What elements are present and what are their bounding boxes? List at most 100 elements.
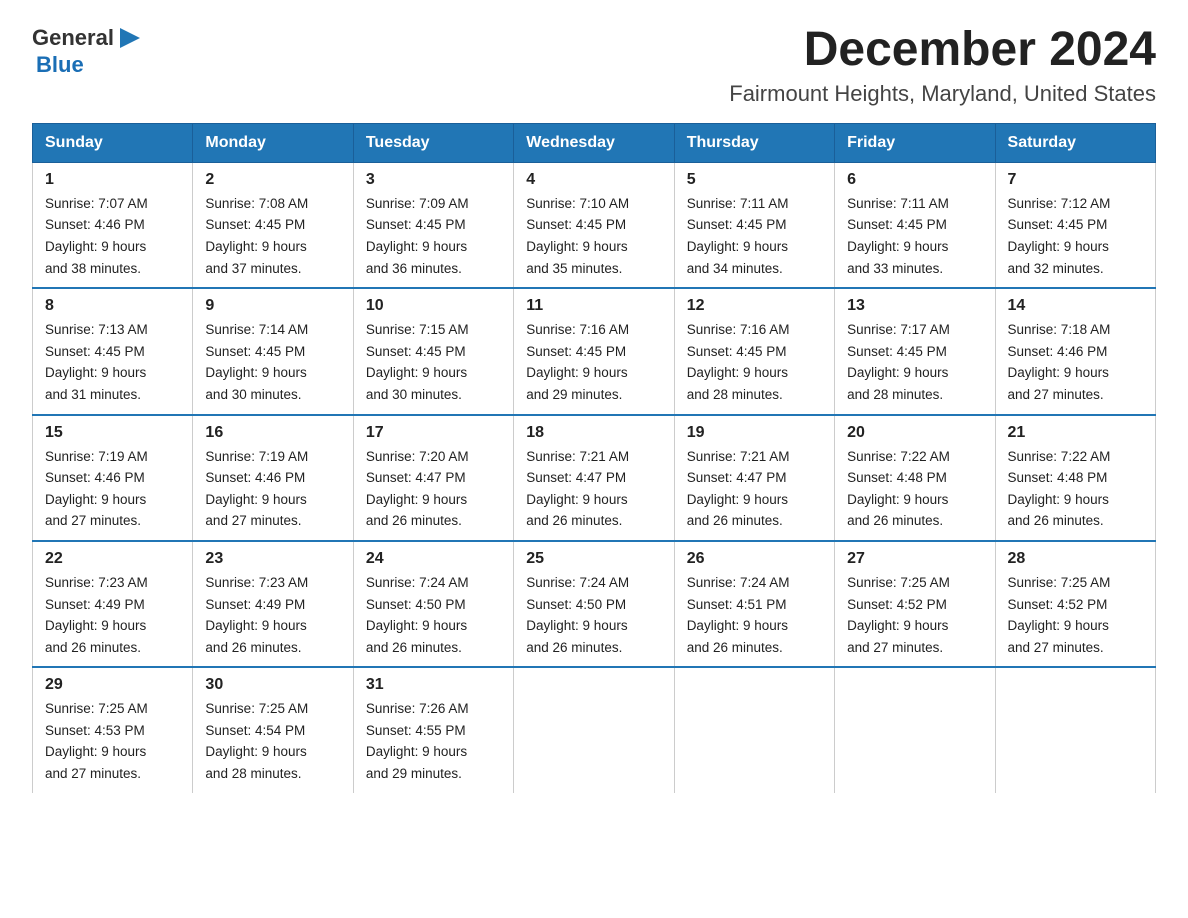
day-info: Sunrise: 7:20 AM Sunset: 4:47 PM Dayligh… [366,446,501,532]
day-cell: 28 Sunrise: 7:25 AM Sunset: 4:52 PM Dayl… [995,541,1155,667]
day-info: Sunrise: 7:22 AM Sunset: 4:48 PM Dayligh… [1008,446,1143,532]
day-number: 24 [366,550,501,568]
day-cell: 19 Sunrise: 7:21 AM Sunset: 4:47 PM Dayl… [674,415,834,541]
day-number: 5 [687,171,822,189]
day-number: 29 [45,676,180,694]
day-cell [995,667,1155,792]
day-number: 8 [45,297,180,315]
day-cell: 24 Sunrise: 7:24 AM Sunset: 4:50 PM Dayl… [353,541,513,667]
day-number: 13 [847,297,982,315]
day-info: Sunrise: 7:10 AM Sunset: 4:45 PM Dayligh… [526,193,661,279]
day-number: 14 [1008,297,1143,315]
day-number: 25 [526,550,661,568]
day-number: 30 [205,676,340,694]
day-info: Sunrise: 7:16 AM Sunset: 4:45 PM Dayligh… [526,319,661,405]
day-cell: 15 Sunrise: 7:19 AM Sunset: 4:46 PM Dayl… [33,415,193,541]
day-info: Sunrise: 7:21 AM Sunset: 4:47 PM Dayligh… [526,446,661,532]
day-number: 19 [687,424,822,442]
day-number: 3 [366,171,501,189]
day-info: Sunrise: 7:22 AM Sunset: 4:48 PM Dayligh… [847,446,982,532]
day-cell: 14 Sunrise: 7:18 AM Sunset: 4:46 PM Dayl… [995,288,1155,414]
day-number: 17 [366,424,501,442]
day-info: Sunrise: 7:08 AM Sunset: 4:45 PM Dayligh… [205,193,340,279]
day-number: 22 [45,550,180,568]
day-cell: 16 Sunrise: 7:19 AM Sunset: 4:46 PM Dayl… [193,415,353,541]
logo-text-blue: Blue [36,52,84,78]
day-cell: 25 Sunrise: 7:24 AM Sunset: 4:50 PM Dayl… [514,541,674,667]
day-number: 20 [847,424,982,442]
day-number: 4 [526,171,661,189]
day-cell: 17 Sunrise: 7:20 AM Sunset: 4:47 PM Dayl… [353,415,513,541]
day-cell: 4 Sunrise: 7:10 AM Sunset: 4:45 PM Dayli… [514,162,674,288]
day-number: 12 [687,297,822,315]
day-cell: 22 Sunrise: 7:23 AM Sunset: 4:49 PM Dayl… [33,541,193,667]
day-cell: 13 Sunrise: 7:17 AM Sunset: 4:45 PM Dayl… [835,288,995,414]
day-info: Sunrise: 7:11 AM Sunset: 4:45 PM Dayligh… [847,193,982,279]
day-number: 21 [1008,424,1143,442]
week-row-1: 1 Sunrise: 7:07 AM Sunset: 4:46 PM Dayli… [33,162,1156,288]
day-number: 18 [526,424,661,442]
day-info: Sunrise: 7:23 AM Sunset: 4:49 PM Dayligh… [205,572,340,658]
day-number: 23 [205,550,340,568]
day-number: 27 [847,550,982,568]
day-cell: 20 Sunrise: 7:22 AM Sunset: 4:48 PM Dayl… [835,415,995,541]
day-info: Sunrise: 7:17 AM Sunset: 4:45 PM Dayligh… [847,319,982,405]
day-info: Sunrise: 7:07 AM Sunset: 4:46 PM Dayligh… [45,193,180,279]
day-info: Sunrise: 7:19 AM Sunset: 4:46 PM Dayligh… [205,446,340,532]
day-cell: 9 Sunrise: 7:14 AM Sunset: 4:45 PM Dayli… [193,288,353,414]
week-row-2: 8 Sunrise: 7:13 AM Sunset: 4:45 PM Dayli… [33,288,1156,414]
day-info: Sunrise: 7:12 AM Sunset: 4:45 PM Dayligh… [1008,193,1143,279]
day-number: 9 [205,297,340,315]
logo: General Blue [32,24,144,78]
day-cell: 12 Sunrise: 7:16 AM Sunset: 4:45 PM Dayl… [674,288,834,414]
day-number: 26 [687,550,822,568]
day-info: Sunrise: 7:16 AM Sunset: 4:45 PM Dayligh… [687,319,822,405]
week-row-5: 29 Sunrise: 7:25 AM Sunset: 4:53 PM Dayl… [33,667,1156,792]
day-info: Sunrise: 7:24 AM Sunset: 4:50 PM Dayligh… [366,572,501,658]
day-cell: 21 Sunrise: 7:22 AM Sunset: 4:48 PM Dayl… [995,415,1155,541]
day-cell: 1 Sunrise: 7:07 AM Sunset: 4:46 PM Dayli… [33,162,193,288]
day-cell: 2 Sunrise: 7:08 AM Sunset: 4:45 PM Dayli… [193,162,353,288]
day-cell: 6 Sunrise: 7:11 AM Sunset: 4:45 PM Dayli… [835,162,995,288]
day-number: 10 [366,297,501,315]
day-number: 6 [847,171,982,189]
day-header-tuesday: Tuesday [353,123,513,162]
day-cell [835,667,995,792]
day-cell: 23 Sunrise: 7:23 AM Sunset: 4:49 PM Dayl… [193,541,353,667]
week-row-3: 15 Sunrise: 7:19 AM Sunset: 4:46 PM Dayl… [33,415,1156,541]
calendar-title: December 2024 [729,24,1156,77]
day-cell: 10 Sunrise: 7:15 AM Sunset: 4:45 PM Dayl… [353,288,513,414]
week-row-4: 22 Sunrise: 7:23 AM Sunset: 4:49 PM Dayl… [33,541,1156,667]
page-header: General Blue December 2024 Fairmount Hei… [32,24,1156,107]
title-area: December 2024 Fairmount Heights, Marylan… [729,24,1156,107]
day-number: 11 [526,297,661,315]
header-row: SundayMondayTuesdayWednesdayThursdayFrid… [33,123,1156,162]
day-number: 31 [366,676,501,694]
day-cell: 7 Sunrise: 7:12 AM Sunset: 4:45 PM Dayli… [995,162,1155,288]
day-info: Sunrise: 7:21 AM Sunset: 4:47 PM Dayligh… [687,446,822,532]
day-cell: 30 Sunrise: 7:25 AM Sunset: 4:54 PM Dayl… [193,667,353,792]
day-header-saturday: Saturday [995,123,1155,162]
day-cell: 8 Sunrise: 7:13 AM Sunset: 4:45 PM Dayli… [33,288,193,414]
day-header-thursday: Thursday [674,123,834,162]
day-cell [674,667,834,792]
day-info: Sunrise: 7:11 AM Sunset: 4:45 PM Dayligh… [687,193,822,279]
day-info: Sunrise: 7:24 AM Sunset: 4:51 PM Dayligh… [687,572,822,658]
day-info: Sunrise: 7:15 AM Sunset: 4:45 PM Dayligh… [366,319,501,405]
day-info: Sunrise: 7:24 AM Sunset: 4:50 PM Dayligh… [526,572,661,658]
logo-text-general: General [32,25,114,51]
day-header-friday: Friday [835,123,995,162]
day-cell: 31 Sunrise: 7:26 AM Sunset: 4:55 PM Dayl… [353,667,513,792]
day-info: Sunrise: 7:14 AM Sunset: 4:45 PM Dayligh… [205,319,340,405]
day-info: Sunrise: 7:25 AM Sunset: 4:52 PM Dayligh… [1008,572,1143,658]
day-number: 16 [205,424,340,442]
day-cell: 5 Sunrise: 7:11 AM Sunset: 4:45 PM Dayli… [674,162,834,288]
logo-icon [116,24,144,52]
day-info: Sunrise: 7:18 AM Sunset: 4:46 PM Dayligh… [1008,319,1143,405]
day-info: Sunrise: 7:26 AM Sunset: 4:55 PM Dayligh… [366,698,501,784]
day-cell: 26 Sunrise: 7:24 AM Sunset: 4:51 PM Dayl… [674,541,834,667]
day-info: Sunrise: 7:19 AM Sunset: 4:46 PM Dayligh… [45,446,180,532]
day-header-monday: Monday [193,123,353,162]
day-number: 28 [1008,550,1143,568]
day-cell: 11 Sunrise: 7:16 AM Sunset: 4:45 PM Dayl… [514,288,674,414]
